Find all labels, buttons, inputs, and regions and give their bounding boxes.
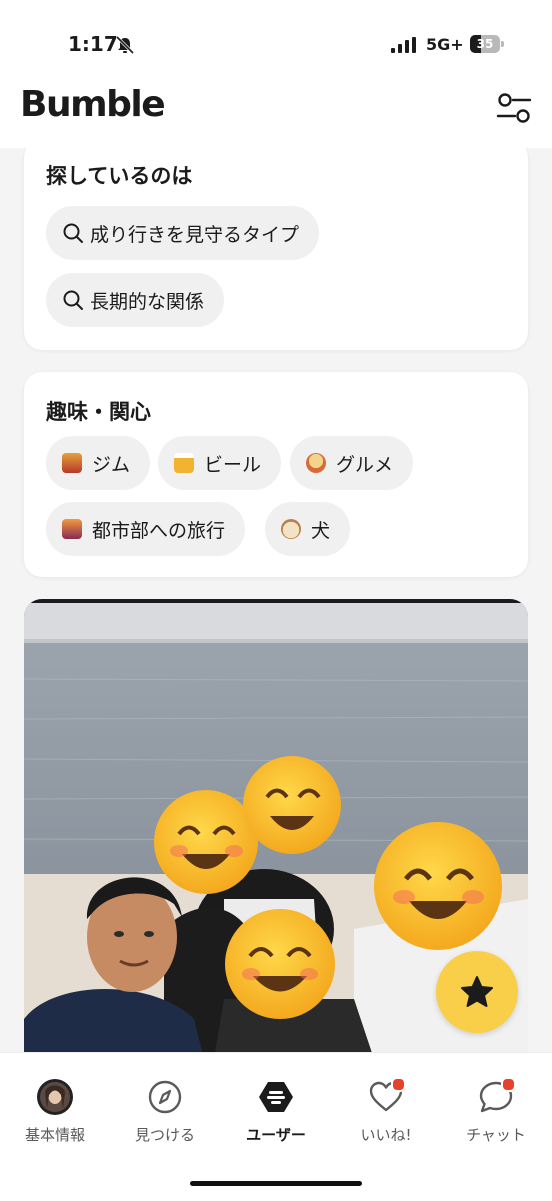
weightlifter-emoji-icon	[62, 453, 82, 473]
star-icon	[461, 976, 493, 1007]
chip-label: グルメ	[336, 453, 394, 476]
interest-chip: 都市部への旅行	[46, 502, 246, 556]
signal-icon	[391, 37, 416, 53]
battery-indicator: 35	[470, 35, 504, 53]
dog-emoji-icon	[281, 519, 301, 539]
interest-chip: グルメ	[290, 436, 414, 490]
looking-for-chip: 長期的な関係	[46, 273, 225, 327]
network-type: 5G+	[426, 35, 464, 54]
bottom-tab-bar: 基本情報 見つける ユーザー いいね! チャット	[0, 1052, 552, 1201]
tab-users[interactable]: ユーザー	[221, 1079, 331, 1145]
app-logo: Bumble	[20, 84, 166, 125]
tab-likes[interactable]: いいね!	[331, 1077, 441, 1145]
chip-label: ビール	[204, 453, 262, 476]
ramen-emoji-icon	[306, 453, 326, 473]
interest-chip: 犬	[265, 502, 351, 556]
app-header: Bumble	[0, 78, 552, 148]
notification-badge	[391, 1077, 406, 1092]
tab-profile[interactable]: 基本情報	[0, 1079, 110, 1145]
bell-muted-icon	[115, 36, 135, 54]
notification-badge	[501, 1077, 516, 1092]
beer-emoji-icon	[174, 453, 194, 473]
looking-for-title: 探しているのは	[46, 164, 193, 188]
chip-label: 都市部への旅行	[92, 519, 226, 542]
interest-chip: ビール	[158, 436, 282, 490]
superswipe-star-button[interactable]	[436, 951, 518, 1033]
bumble-hive-icon	[259, 1082, 293, 1112]
tab-label: 基本情報	[24, 1126, 85, 1144]
interest-chip: ジム	[46, 436, 151, 490]
chip-label: ジム	[92, 453, 131, 476]
looking-for-card: 探しているのは 成り行きを見守るタイプ 長期的な関係	[24, 148, 528, 350]
status-bar: 1:17 5G+ 35	[0, 0, 552, 78]
tab-label: 見つける	[134, 1126, 195, 1144]
battery-level: 35	[476, 37, 494, 51]
search-icon	[63, 223, 83, 243]
tab-label: いいね!	[360, 1126, 412, 1144]
city-sunset-emoji-icon	[62, 519, 82, 539]
tab-label: ユーザー	[246, 1126, 306, 1144]
tab-chat[interactable]: チャット	[441, 1077, 551, 1145]
tab-discover[interactable]: 見つける	[110, 1079, 220, 1145]
interests-card: 趣味・関心 ジム ビール グルメ 都市部への旅行 犬	[24, 372, 528, 577]
status-time: 1:17	[68, 32, 118, 56]
chip-label: 成り行きを見守るタイプ	[90, 223, 300, 246]
compass-icon	[148, 1080, 182, 1114]
looking-for-chip: 成り行きを見守るタイプ	[46, 206, 320, 260]
profile-content[interactable]: 探しているのは 成り行きを見守るタイプ 長期的な関係 趣味・関心 ジム ビール	[8, 148, 544, 1052]
interests-title: 趣味・関心	[46, 400, 151, 424]
filter-settings-icon[interactable]	[496, 92, 532, 124]
avatar	[37, 1079, 73, 1115]
tab-label: チャット	[466, 1126, 526, 1144]
chip-label: 長期的な関係	[90, 290, 205, 313]
home-indicator[interactable]	[190, 1181, 362, 1186]
chip-label: 犬	[311, 519, 331, 542]
search-icon	[63, 290, 83, 310]
